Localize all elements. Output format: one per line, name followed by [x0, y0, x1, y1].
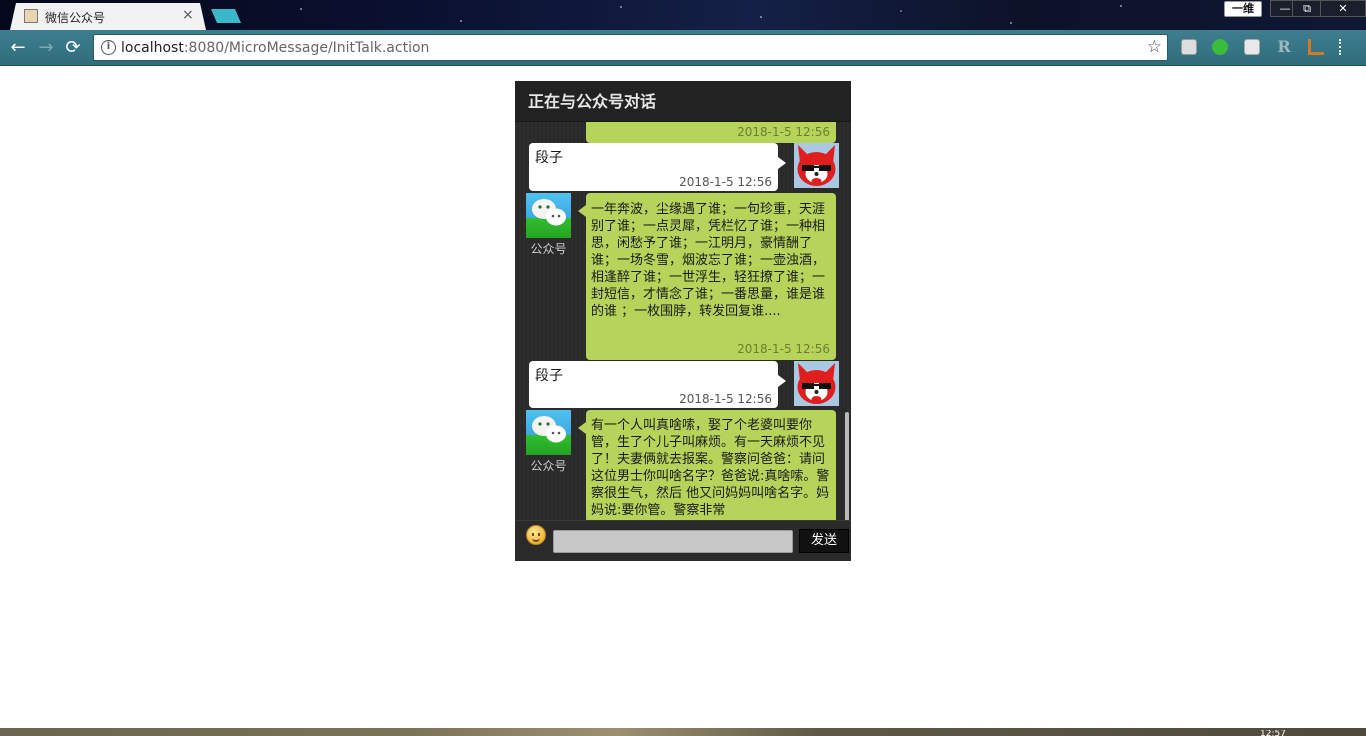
- extension-r-icon[interactable]: R: [1276, 39, 1292, 55]
- message-time: 2018-1-5 12:56: [737, 342, 830, 356]
- taskbar-clock: 12:57: [1260, 730, 1286, 736]
- browser-toolbar: ← → ⟳ i localhost:8080/MicroMessage/Init…: [0, 30, 1366, 66]
- restore-button[interactable]: ⧉: [1292, 0, 1322, 17]
- back-button[interactable]: ←: [6, 36, 30, 60]
- user-avatar: [794, 361, 839, 406]
- url-path: :8080/MicroMessage/InitTalk.action: [183, 40, 430, 56]
- bot-avatar: [526, 410, 571, 455]
- titlebar-star: [1010, 22, 1012, 24]
- message-time: 2018-1-5 12:56: [679, 175, 772, 189]
- send-button[interactable]: 发送: [799, 529, 849, 553]
- chat-title: 正在与公众号对话: [515, 81, 851, 122]
- chat-input-bar: 发送: [515, 520, 851, 561]
- browser-menu-icon[interactable]: [1339, 39, 1345, 55]
- browser-tab-active[interactable]: 微信公众号 ×: [10, 3, 206, 30]
- url-text[interactable]: localhost:8080/MicroMessage/InitTalk.act…: [121, 40, 429, 56]
- bot-name: 公众号: [530, 459, 567, 473]
- tab-close-icon[interactable]: ×: [182, 7, 194, 23]
- user-avatar: [794, 143, 839, 188]
- extension-page-icon[interactable]: [1181, 39, 1197, 55]
- chat-scrollbar[interactable]: [845, 412, 849, 520]
- titlebar-star: [900, 10, 902, 12]
- url-host: localhost: [121, 40, 184, 56]
- new-tab-button[interactable]: [211, 9, 241, 23]
- titlebar-star: [620, 6, 622, 8]
- titlebar-star: [1120, 5, 1122, 7]
- message-input[interactable]: [553, 530, 793, 553]
- wechat-logo-icon: [532, 416, 566, 443]
- bot-avatar: [526, 193, 571, 238]
- message-text: 一年奔波，尘缘遇了谁；一句珍重，天涯别了谁；一点灵犀，凭栏忆了谁；一种相思，闲愁…: [591, 202, 826, 319]
- fox-avatar-icon: [794, 143, 839, 188]
- fox-avatar-icon: [794, 361, 839, 406]
- chat-messages[interactable]: 2018-1-5 12:56 段子 2018-1-5 12:56 公众号 一年奔…: [515, 122, 851, 520]
- wechat-logo-icon: [532, 199, 566, 226]
- address-bar[interactable]: i localhost:8080/MicroMessage/InitTalk.a…: [93, 34, 1168, 61]
- emoji-icon[interactable]: [526, 525, 546, 545]
- titlebar-star: [760, 16, 762, 18]
- titlebar-star: [460, 20, 462, 22]
- close-window-button[interactable]: ✕: [1320, 0, 1366, 17]
- extension-green-icon[interactable]: [1212, 39, 1228, 55]
- site-info-icon[interactable]: i: [101, 40, 116, 55]
- message-user: 段子 2018-1-5 12:56: [529, 361, 786, 408]
- chat-window: 正在与公众号对话 2018-1-5 12:56 段子 2018-1-5 12:5…: [515, 81, 851, 561]
- os-taskbar: [0, 728, 1366, 736]
- message-text: 段子: [535, 150, 563, 166]
- reload-button[interactable]: ⟳: [61, 36, 85, 60]
- forward-button[interactable]: →: [34, 36, 58, 60]
- tab-title: 微信公众号: [45, 11, 106, 25]
- bot-name: 公众号: [530, 242, 567, 256]
- message-bot: 有一个人叫真啥嗦，娶了个老婆叫要你管，生了个儿子叫麻烦。有一天麻烦不见了！夫妻俩…: [578, 410, 836, 520]
- message-user: 段子 2018-1-5 12:56: [529, 143, 786, 191]
- message-bot: 一年奔波，尘缘遇了谁；一句珍重，天涯别了谁；一点灵犀，凭栏忆了谁；一种相思，闲愁…: [578, 193, 836, 360]
- extension-list-icon[interactable]: [1244, 39, 1260, 55]
- message-text: 有一个人叫真啥嗦，娶了个老婆叫要你管，生了个儿子叫麻烦。有一天麻烦不见了！夫妻俩…: [591, 418, 830, 518]
- message-time: 2018-1-5 12:56: [737, 125, 830, 139]
- page-favicon-icon: [24, 9, 38, 23]
- message-time: 2018-1-5 12:56: [679, 392, 772, 406]
- message-text: 段子: [535, 368, 563, 384]
- browser-titlebar: 微信公众号 × 一维 — ⧉ ✕: [0, 0, 1366, 30]
- titlebar-star: [300, 8, 302, 10]
- message-bot-partial: 2018-1-5 12:56: [586, 122, 836, 143]
- profile-badge[interactable]: 一维: [1224, 1, 1262, 17]
- extension-orange-icon[interactable]: [1308, 39, 1324, 55]
- bookmark-star-icon[interactable]: ☆: [1147, 37, 1162, 57]
